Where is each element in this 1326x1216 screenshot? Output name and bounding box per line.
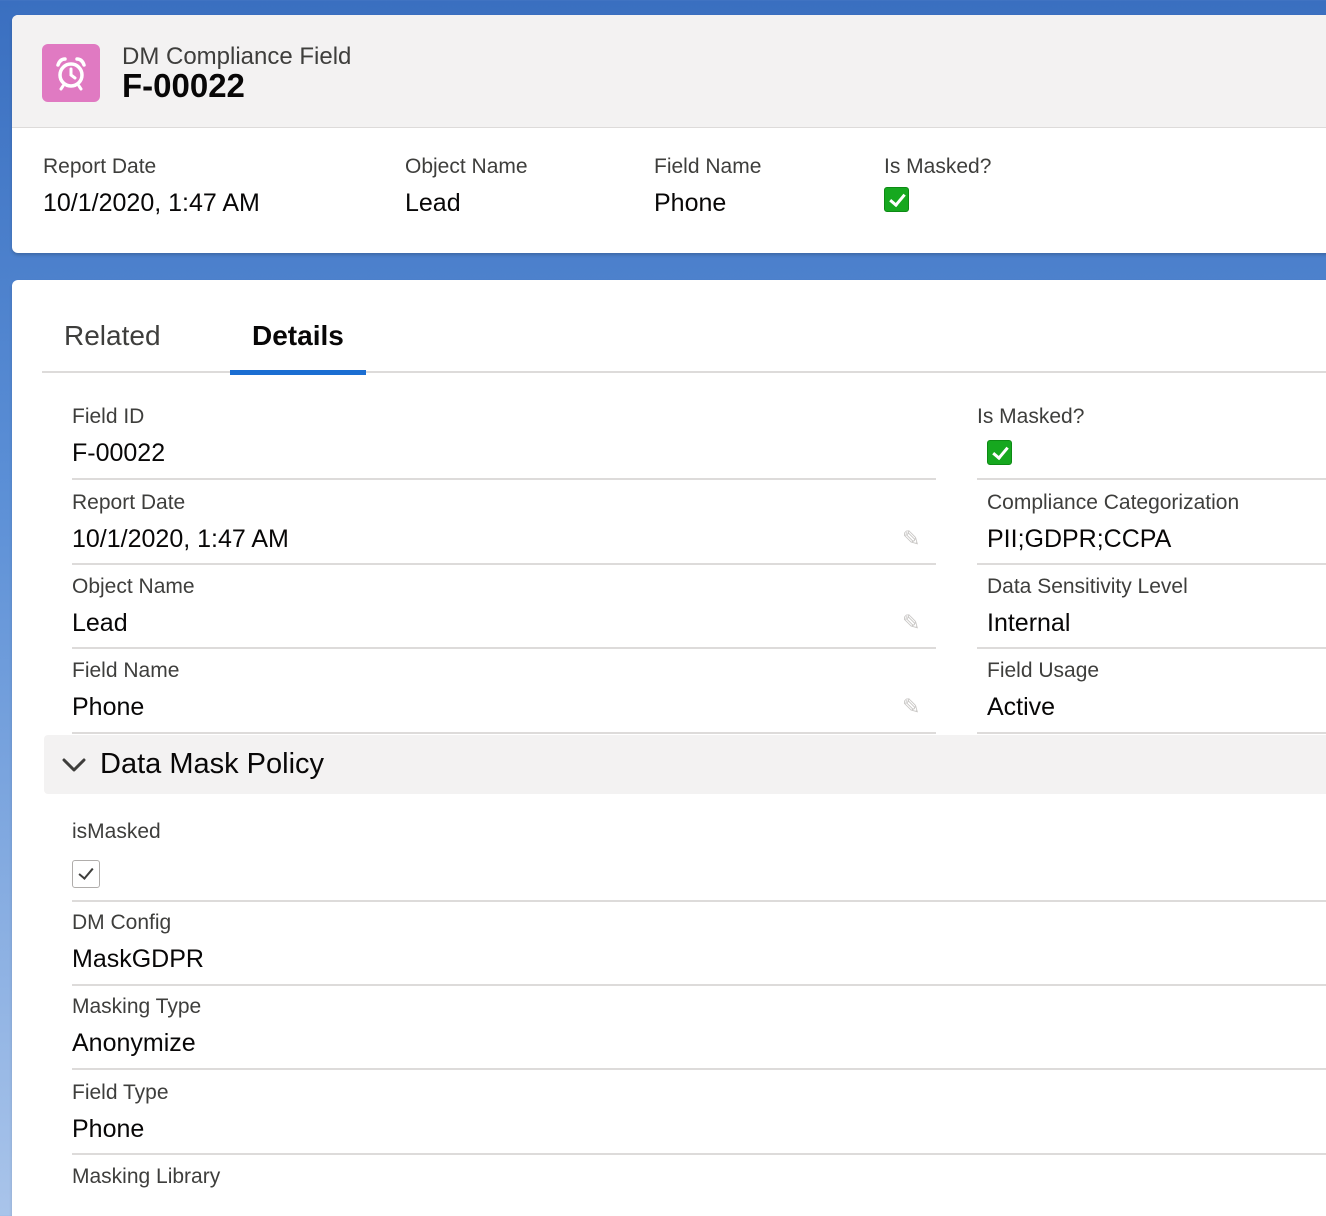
tab-bar: Related Details xyxy=(42,280,1326,375)
field-label: Masking Type xyxy=(72,995,202,1018)
section-header-data-mask-policy[interactable]: Data Mask Policy xyxy=(44,735,1326,794)
field-value: Phone xyxy=(72,693,145,721)
field-value: MaskGDPR xyxy=(72,945,204,973)
record-detail-card: Related Details Field ID F-00022 Report … xyxy=(12,280,1326,1216)
field-label: Field ID xyxy=(72,405,145,428)
field-label: Report Date xyxy=(72,491,186,514)
highlight-is-masked: Is Masked? xyxy=(884,155,991,217)
chevron-down-icon xyxy=(62,753,86,777)
field-is-masked: Is Masked? xyxy=(977,405,1326,480)
green-checkmark-icon xyxy=(987,440,1012,465)
field-field-name: Field Name Phone ✎ xyxy=(72,659,936,734)
field-label: Masking Library xyxy=(72,1165,221,1188)
highlight-label: Is Masked? xyxy=(884,155,992,178)
field-label: Object Name xyxy=(72,575,195,598)
field-label: isMasked xyxy=(72,820,161,843)
field-value: PII;GDPR;CCPA xyxy=(987,525,1172,553)
highlights-panel: Report Date 10/1/2020, 1:47 AM Object Na… xyxy=(12,155,1326,225)
field-field-id: Field ID F-00022 xyxy=(72,405,936,480)
field-masking-library: Masking Library xyxy=(72,1165,1326,1216)
field-dm-config: DM Config MaskGDPR xyxy=(72,911,1326,986)
green-checkmark-icon xyxy=(884,187,909,212)
checkbox-checked xyxy=(72,860,100,888)
field-value: 10/1/2020, 1:47 AM xyxy=(72,525,289,553)
record-header-card: DM Compliance Field F-00022 Report Date … xyxy=(12,15,1326,253)
record-title: F-00022 xyxy=(122,67,245,104)
field-field-usage: Field Usage Active xyxy=(977,659,1326,734)
tab-related[interactable]: Related xyxy=(42,320,183,373)
field-label: Is Masked? xyxy=(977,405,1085,428)
field-value: Internal xyxy=(987,609,1071,637)
field-report-date: Report Date 10/1/2020, 1:47 AM ✎ xyxy=(72,491,936,565)
tab-details[interactable]: Details xyxy=(230,320,366,375)
highlight-object-name: Object Name Lead xyxy=(405,155,528,218)
highlight-value: 10/1/2020, 1:47 AM xyxy=(43,189,260,217)
field-value: F-00022 xyxy=(72,439,166,467)
field-label: Data Sensitivity Level xyxy=(987,575,1188,598)
highlight-label: Field Name xyxy=(654,155,762,178)
field-data-sensitivity-level: Data Sensitivity Level Internal xyxy=(977,575,1326,649)
field-value: Anonymize xyxy=(72,1029,196,1057)
field-value: Phone xyxy=(72,1115,145,1143)
edit-pencil-icon[interactable]: ✎ xyxy=(902,527,926,551)
highlight-field-name: Field Name Phone xyxy=(654,155,761,218)
field-label: Field Usage xyxy=(987,659,1100,682)
highlight-value: Lead xyxy=(405,189,461,217)
edit-pencil-icon[interactable]: ✎ xyxy=(902,695,926,719)
field-value: Active xyxy=(987,693,1056,721)
field-label: Field Type xyxy=(72,1081,169,1104)
highlight-value: Phone xyxy=(654,189,727,217)
highlight-label: Object Name xyxy=(405,155,528,178)
highlight-label: Report Date xyxy=(43,155,157,178)
field-value: Lead xyxy=(72,609,128,637)
alarm-clock-icon xyxy=(42,44,100,102)
record-header: DM Compliance Field F-00022 xyxy=(12,15,1326,128)
field-masking-type: Masking Type Anonymize xyxy=(72,995,1326,1070)
edit-pencil-icon[interactable]: ✎ xyxy=(902,611,926,635)
field-label: Field Name xyxy=(72,659,180,682)
section-title: Data Mask Policy xyxy=(100,748,325,780)
field-ismasked: isMasked xyxy=(72,820,1326,902)
field-label: Compliance Categorization xyxy=(987,491,1240,514)
field-label: DM Config xyxy=(72,911,172,934)
field-field-type: Field Type Phone xyxy=(72,1081,1326,1155)
highlight-report-date: Report Date 10/1/2020, 1:47 AM xyxy=(43,155,260,218)
field-compliance-categorization: Compliance Categorization PII;GDPR;CCPA xyxy=(977,491,1326,565)
field-object-name: Object Name Lead ✎ xyxy=(72,575,936,649)
